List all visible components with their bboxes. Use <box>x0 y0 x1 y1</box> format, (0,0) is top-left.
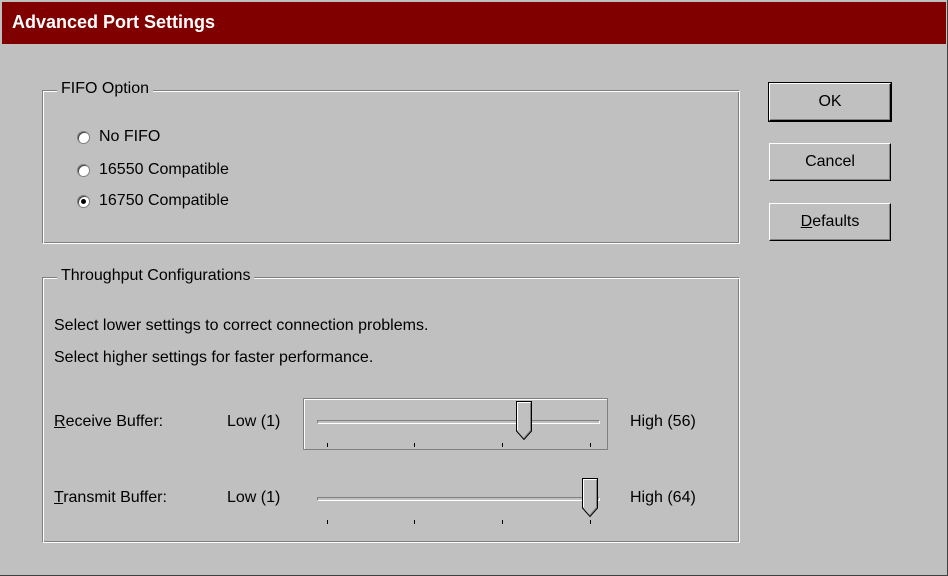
transmit-tick <box>590 520 591 524</box>
hint-lower-text: Select lower settings to correct connect… <box>54 317 429 334</box>
title-bar[interactable]: Advanced Port Settings <box>2 2 946 44</box>
radio-label: 16550 Compatible <box>99 161 229 178</box>
radio-16750-compatible[interactable]: 16750 Compatible <box>77 191 229 211</box>
radio-no-fifo[interactable]: No FIFO <box>77 127 160 147</box>
ok-button[interactable]: OK <box>768 82 892 122</box>
transmit-slider-track[interactable] <box>317 497 600 501</box>
transmit-buffer-label: Transmit Buffer: <box>54 489 167 507</box>
hint-higher-text: Select higher settings for faster perfor… <box>54 349 374 366</box>
fifo-option-group: FIFO Option No FIFO 16550 Compatible 167… <box>42 80 740 244</box>
defaults-accel-letter: D <box>800 213 813 230</box>
transmit-slider-thumb[interactable] <box>582 478 598 518</box>
receive-high-label: High (56) <box>630 413 696 430</box>
transmit-label-text: ransmit Buffer: <box>63 489 167 506</box>
receive-accel-letter: R <box>54 413 66 430</box>
dialog-window: Advanced Port Settings FIFO Option No FI… <box>0 0 948 576</box>
transmit-high-label: High (64) <box>630 489 696 506</box>
receive-tick <box>327 443 328 447</box>
radio-button-icon[interactable] <box>77 130 90 144</box>
radio-selected-dot <box>81 198 86 204</box>
transmit-low-label: Low (1) <box>227 489 281 506</box>
ok-button-label: OK <box>818 93 842 110</box>
cancel-button[interactable]: Cancel <box>769 143 891 181</box>
receive-label-text: eceive Buffer: <box>65 413 164 430</box>
window-title: Advanced Port Settings <box>12 12 216 32</box>
radio-16550-compatible[interactable]: 16550 Compatible <box>77 160 229 180</box>
receive-low-label: Low (1) <box>227 413 281 430</box>
transmit-tick <box>502 520 503 524</box>
receive-tick <box>414 443 415 447</box>
receive-tick <box>590 443 591 447</box>
radio-label: No FIFO <box>99 128 161 145</box>
transmit-tick <box>414 520 415 524</box>
receive-slider-focus <box>303 398 608 450</box>
receive-buffer-label: Receive Buffer: <box>54 413 163 431</box>
throughput-group-label: Throughput Configurations <box>57 267 255 285</box>
cancel-button-label: Cancel <box>805 153 855 170</box>
radio-button-icon[interactable] <box>77 194 90 208</box>
receive-tick <box>502 443 503 447</box>
throughput-group: Throughput Configurations Select lower s… <box>42 267 740 543</box>
transmit-accel-letter: T <box>54 489 64 506</box>
receive-slider-track[interactable] <box>317 420 600 424</box>
transmit-tick <box>327 520 328 524</box>
receive-slider-thumb[interactable] <box>516 401 533 441</box>
defaults-button[interactable]: Defaults <box>769 203 891 241</box>
fifo-group-label: FIFO Option <box>57 80 154 98</box>
radio-label: 16750 Compatible <box>99 192 229 209</box>
radio-button-icon[interactable] <box>77 163 90 177</box>
defaults-button-label: efaults <box>812 213 860 230</box>
